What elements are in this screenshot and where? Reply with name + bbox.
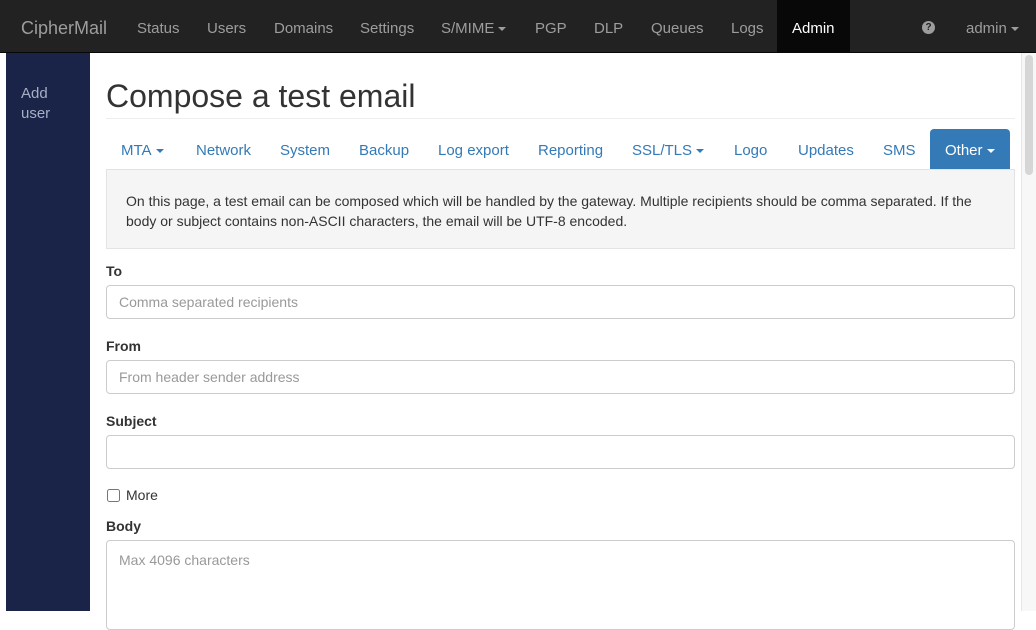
nav-item-pgp[interactable]: PGP — [535, 0, 567, 53]
tab-updates[interactable]: Updates — [798, 129, 854, 169]
tab-mta[interactable]: MTA — [121, 129, 164, 169]
caret-down-icon — [696, 149, 705, 154]
tab-network[interactable]: Network — [196, 129, 251, 169]
top-navbar: CipherMail Status Users Domains Settings… — [0, 0, 1036, 53]
sidebar-item-add-user[interactable]: Add user — [21, 84, 81, 124]
more-label[interactable]: More — [126, 487, 158, 503]
user-menu[interactable]: admin — [966, 0, 1019, 53]
caret-down-icon — [986, 149, 995, 154]
to-input[interactable] — [106, 285, 1015, 319]
more-checkbox[interactable] — [107, 489, 120, 502]
tab-ssl-tls[interactable]: SSL/TLS — [632, 129, 705, 169]
body-textarea[interactable] — [106, 540, 1015, 630]
tab-mta-label: MTA — [121, 142, 152, 159]
tab-system[interactable]: System — [280, 129, 330, 169]
nav-item-smime[interactable]: S/MIME — [441, 0, 507, 53]
question-circle-icon[interactable]: ? — [922, 21, 935, 34]
to-label: To — [106, 263, 123, 279]
body-label: Body — [106, 518, 141, 534]
from-label: From — [106, 338, 141, 354]
caret-down-icon — [1010, 27, 1019, 32]
brand-logo[interactable]: CipherMail — [21, 0, 107, 53]
scrollbar[interactable] — [1021, 53, 1036, 611]
tab-other[interactable]: Other — [930, 129, 1010, 169]
tab-backup[interactable]: Backup — [359, 129, 409, 169]
nav-item-dlp[interactable]: DLP — [594, 0, 623, 53]
subject-input[interactable] — [106, 435, 1015, 469]
scrollbar-thumb[interactable] — [1025, 55, 1033, 175]
nav-item-admin[interactable]: Admin — [777, 0, 850, 53]
tab-reporting[interactable]: Reporting — [538, 129, 603, 169]
tab-log-export[interactable]: Log export — [438, 129, 509, 169]
nav-item-domains[interactable]: Domains — [274, 0, 333, 53]
nav-item-users[interactable]: Users — [207, 0, 246, 53]
nav-item-status[interactable]: Status — [137, 0, 180, 53]
tab-other-label: Other — [945, 142, 983, 159]
info-panel: On this page, a test email can be compos… — [106, 169, 1015, 249]
sidebar: Add user — [6, 53, 90, 611]
user-menu-label: admin — [966, 20, 1007, 37]
tab-logo[interactable]: Logo — [734, 129, 767, 169]
page-title: Compose a test email — [106, 78, 416, 114]
title-divider — [106, 118, 1015, 119]
subject-label: Subject — [106, 413, 157, 429]
tab-ssl-tls-label: SSL/TLS — [632, 142, 693, 159]
nav-item-queues[interactable]: Queues — [651, 0, 704, 53]
nav-item-smime-label: S/MIME — [441, 20, 495, 37]
from-input[interactable] — [106, 360, 1015, 394]
nav-item-settings[interactable]: Settings — [360, 0, 414, 53]
caret-down-icon — [155, 149, 164, 154]
tab-sms[interactable]: SMS — [883, 129, 916, 169]
caret-down-icon — [498, 27, 507, 32]
nav-item-logs[interactable]: Logs — [731, 0, 764, 53]
